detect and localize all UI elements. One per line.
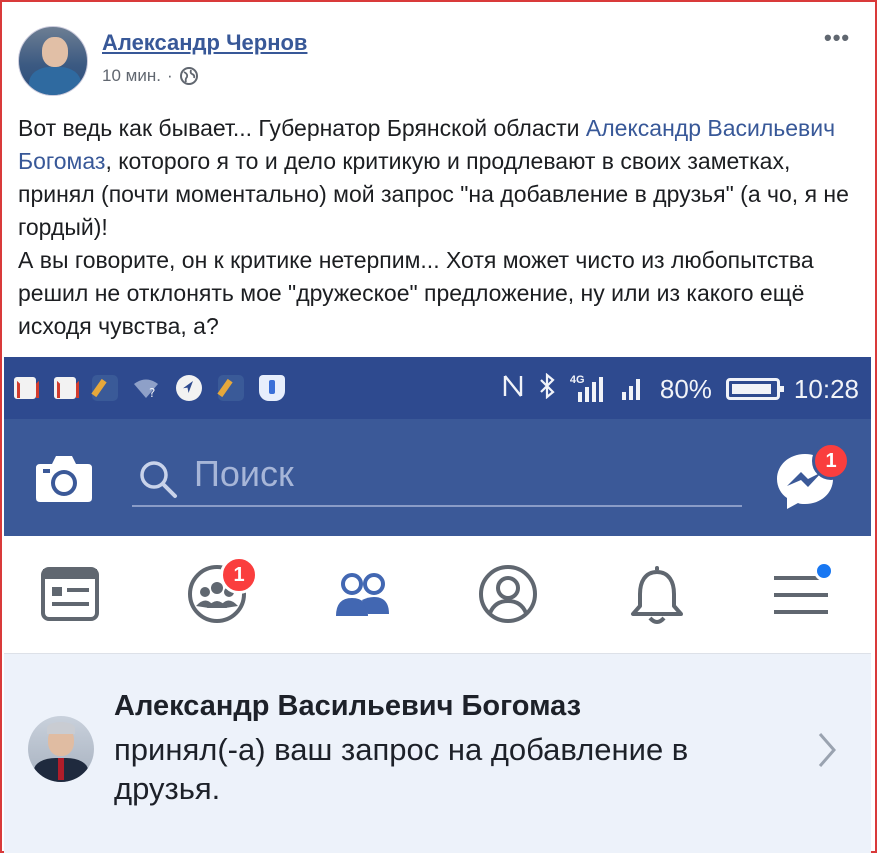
post-text-line2: А вы говорите, он к критике нетерпим... … — [18, 247, 814, 339]
groups-icon — [187, 565, 247, 628]
news-feed-icon — [40, 567, 100, 628]
post-text-part1: Вот ведь как бывает... Губернатор Брянск… — [18, 115, 586, 141]
tab-friends[interactable] — [332, 564, 392, 629]
facebook-top-bar: Поиск 1 — [4, 419, 871, 536]
post-text-part2: , которого я то и дело критикую и продле… — [18, 148, 849, 240]
network-4g-signal: 4G — [570, 374, 604, 404]
messenger-badge: 1 — [812, 442, 850, 480]
gmail-icon — [12, 375, 38, 401]
notification-message: принял(-а) ваш запрос на добавление в др… — [114, 732, 689, 806]
battery-icon — [725, 378, 784, 400]
wifi-question-icon: ? — [132, 375, 158, 401]
profile-icon — [478, 565, 538, 628]
gmail-icon — [52, 375, 78, 401]
camera-icon[interactable] — [34, 452, 94, 509]
broom-icon — [218, 375, 244, 401]
tab-notifications[interactable] — [627, 564, 687, 633]
groups-badge: 1 — [220, 556, 258, 594]
author-name-link[interactable]: Александр Чернов — [102, 30, 307, 56]
notification-avatar — [28, 716, 94, 782]
search-placeholder: Поиск — [194, 453, 294, 494]
post-time[interactable]: 10 мин. — [102, 66, 161, 86]
bluetooth-icon — [538, 372, 556, 405]
friend-accept-notification[interactable]: Александр Васильевич Богомаз принял(-а) … — [4, 654, 871, 853]
search-icon — [138, 459, 178, 504]
broom-icon — [92, 375, 118, 401]
avatar-body-shape — [29, 67, 81, 95]
bell-icon — [627, 566, 687, 632]
post-meta: 10 мин. · — [102, 66, 199, 86]
menu-notification-dot — [814, 561, 834, 581]
globe-icon — [179, 66, 199, 86]
tab-profile[interactable] — [478, 564, 538, 629]
shield-icon — [259, 375, 285, 401]
status-right: 4G 80% 10:28 — [502, 369, 859, 409]
navigation-icon — [176, 375, 202, 401]
avatar-hair-shape — [47, 722, 75, 734]
embedded-screenshot[interactable]: ? 4G 80% 10:28 Поиск 1 1 Александр Васил… — [4, 357, 871, 853]
menu-icon — [772, 576, 832, 628]
more-options-icon[interactable]: ••• — [824, 27, 850, 49]
avatar-tie-shape — [58, 758, 64, 780]
post-card: Александр Чернов 10 мин. · ••• Вот ведь … — [0, 0, 877, 853]
search-field[interactable]: Поиск — [132, 445, 742, 507]
post-text: Вот ведь как бывает... Губернатор Брянск… — [18, 112, 863, 343]
author-avatar[interactable] — [18, 26, 88, 96]
signal-icon — [618, 372, 646, 407]
nfc-icon — [502, 373, 524, 405]
tab-news-feed[interactable] — [40, 564, 100, 629]
chevron-right-icon[interactable] — [816, 730, 838, 775]
android-status-bar: ? 4G 80% 10:28 — [4, 357, 871, 419]
avatar-face-shape — [42, 37, 68, 67]
svg-text:?: ? — [149, 386, 155, 400]
friends-icon — [332, 573, 392, 628]
battery-percent: 80% — [659, 373, 712, 404]
clock: 10:28 — [793, 373, 859, 404]
notification-name: Александр Васильевич Богомаз — [114, 690, 582, 722]
meta-separator: · — [166, 66, 173, 85]
tab-bar: 1 — [4, 536, 871, 654]
